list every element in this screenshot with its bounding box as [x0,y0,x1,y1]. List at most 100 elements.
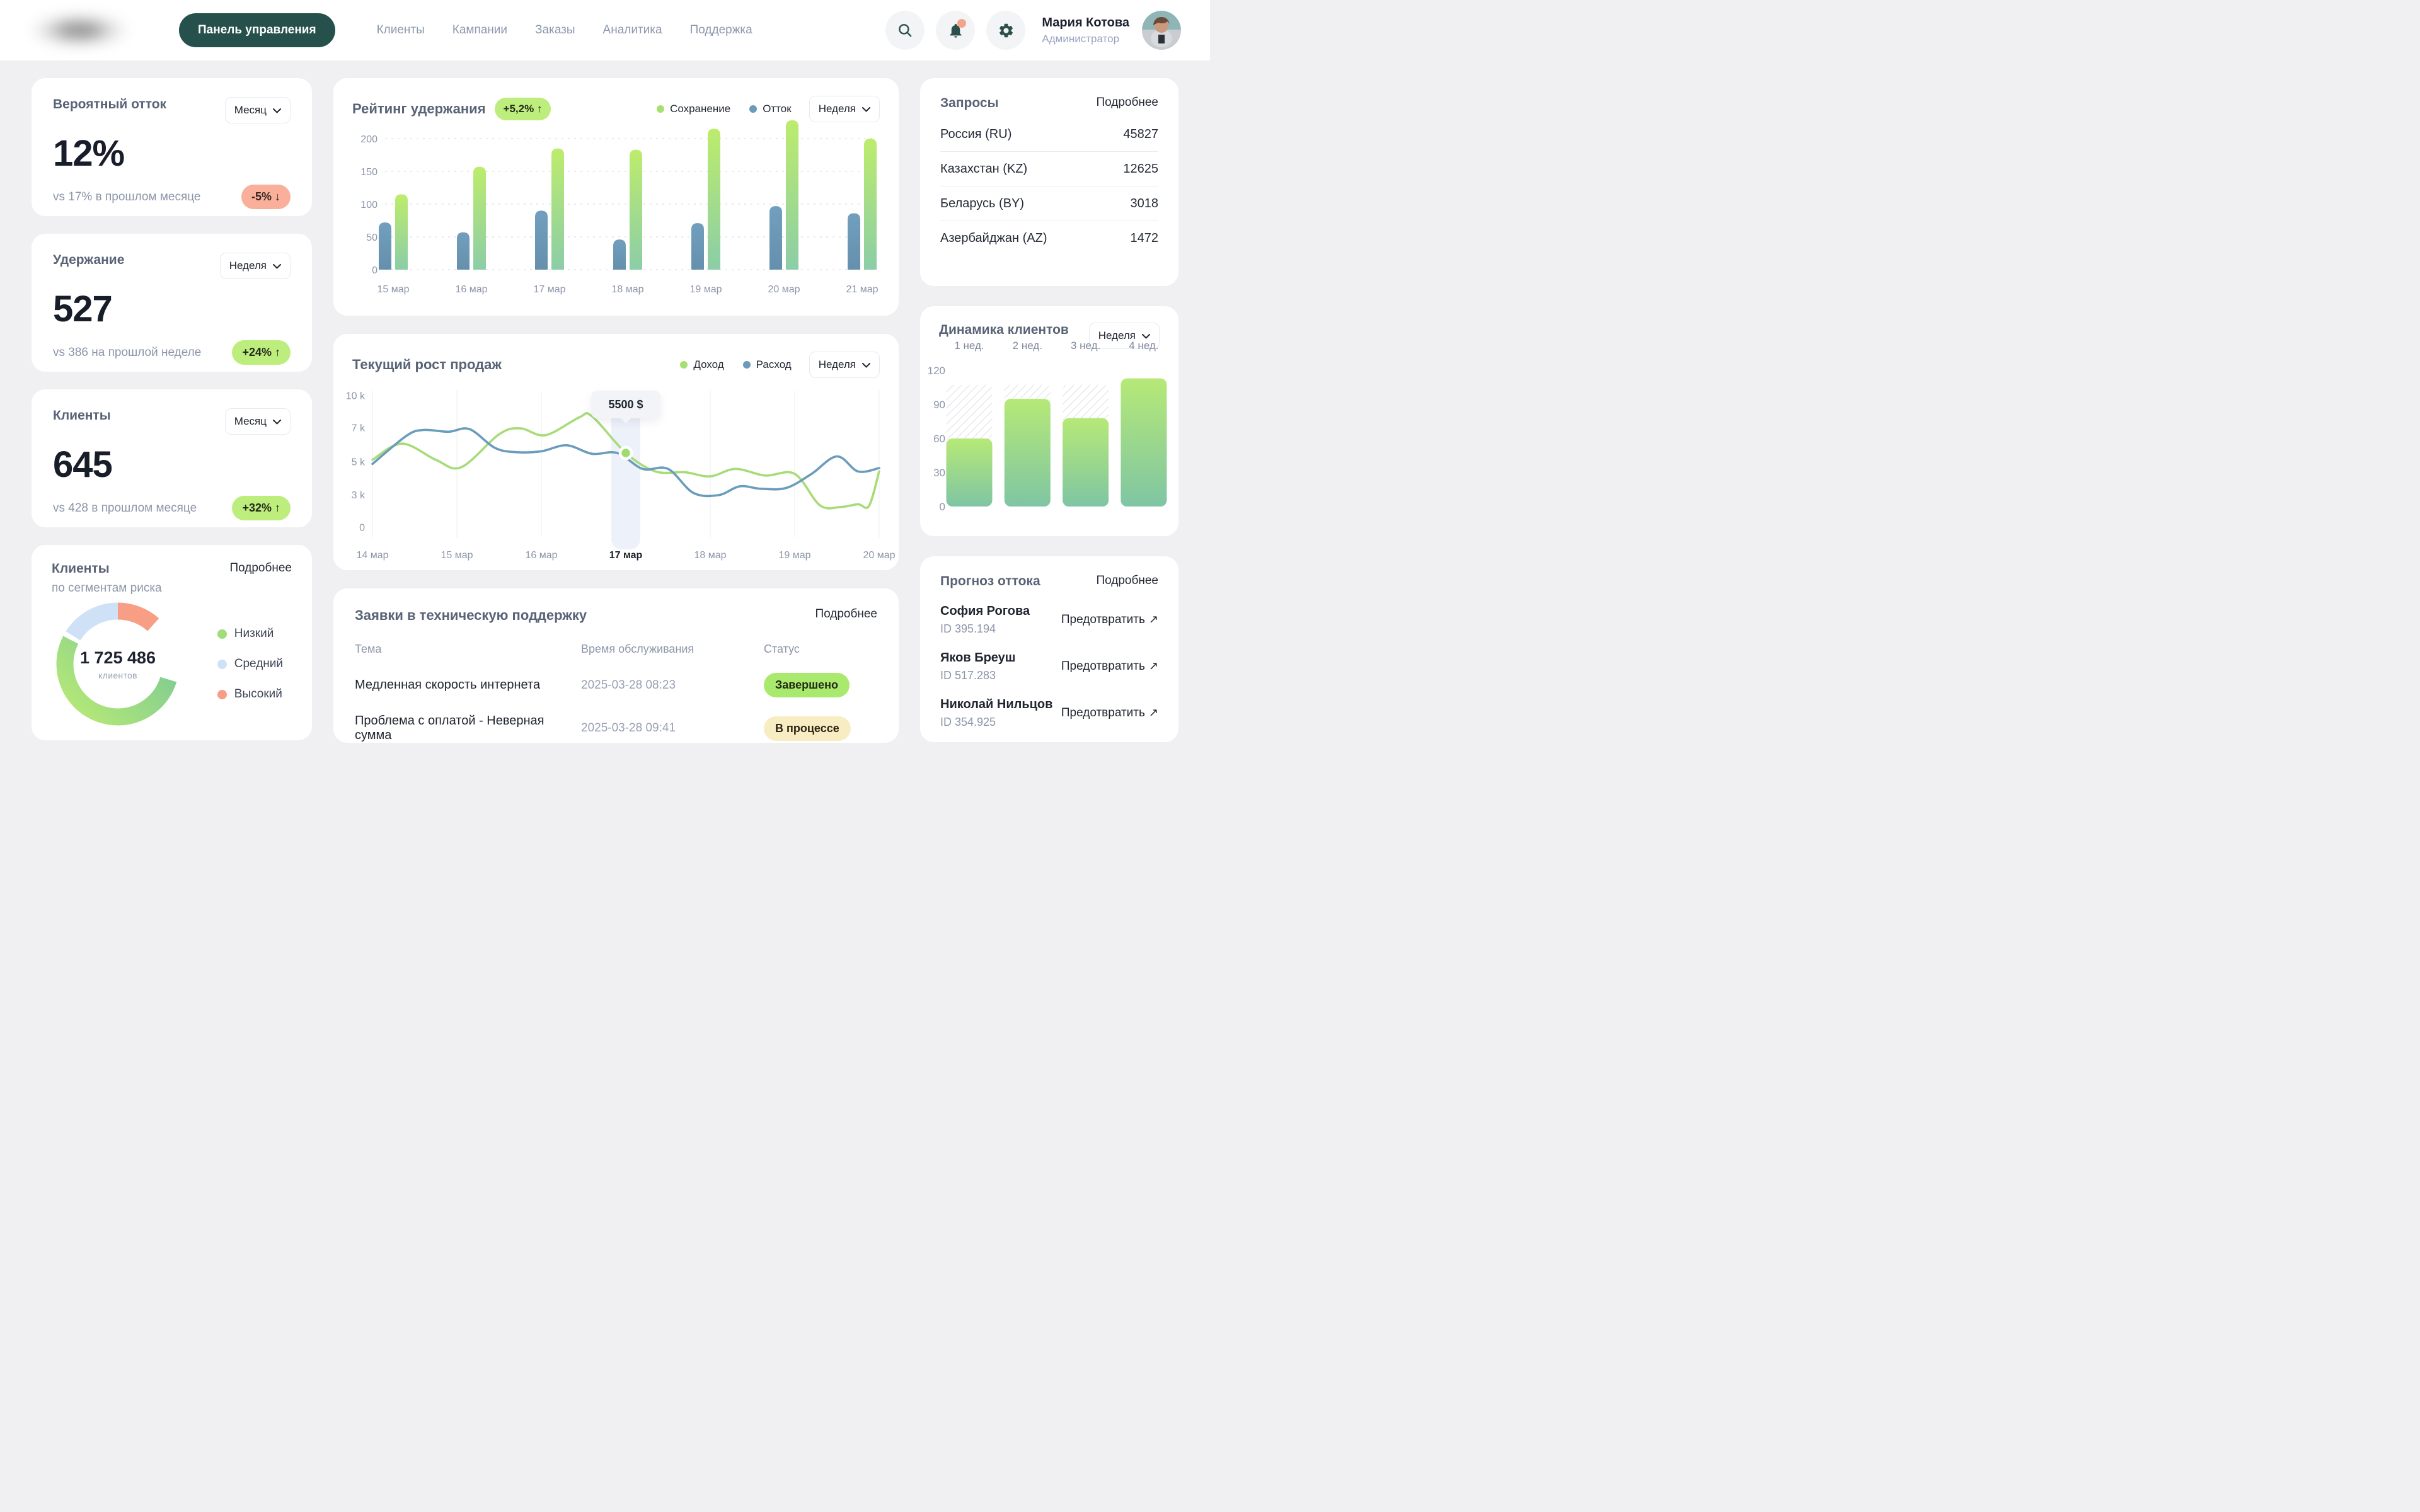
donut-total-label: клиентов [98,670,137,680]
bar-save-3 [630,150,642,270]
client-name: Яков Бреуш [940,651,1015,665]
y-tick-label: 100 [360,200,377,210]
ticket-topic: Медленная скорость интернета [355,670,581,701]
country-label: Россия (RU) [940,127,1011,142]
dynamics-title: Динамика клиентов [939,323,1069,338]
segments-details-link[interactable]: Подробнее [229,561,292,575]
nav-support[interactable]: Поддержка [690,23,752,37]
y-tick-label: 7 k [352,423,366,434]
tab-dashboard[interactable]: Панель управления [179,13,335,47]
prevent-button[interactable]: Предотвратить↗ [1061,706,1158,720]
avatar[interactable] [1142,11,1181,50]
x-tick-label: 14 мар [356,550,388,561]
legend-label: Расход [756,358,792,371]
client-name: София Рогова [940,604,1030,619]
forecast-row: София РоговаID 395.194 Предотвратить↗ [940,604,1158,636]
prevent-button[interactable]: Предотвратить↗ [1061,660,1158,673]
requests-details-link[interactable]: Подробнее [1096,96,1158,110]
status-badge-progress: В процессе [764,716,851,741]
y-tick-label: 0 [940,501,945,513]
bar-churn-3 [613,239,626,270]
kpi-title: Вероятный отток [53,97,166,112]
x-tick-label: 15 мар [441,550,473,561]
nav-clients[interactable]: Клиенты [377,23,425,37]
col-header-time: Время обслуживания [581,639,764,665]
column-label: 4 нед. [1129,340,1158,352]
kpi-period-dropdown[interactable]: Месяц [225,408,291,435]
chart-tooltip: 5500 $ [591,391,660,418]
legend-dot [217,660,227,669]
x-tick-label: 17 мар [609,550,643,561]
col-header-status: Статус [764,639,877,665]
country-label: Казахстан (KZ) [940,162,1027,176]
legend-item-expense: Расход [743,358,792,371]
notifications-button[interactable] [936,11,975,50]
x-tick-label: 17 мар [533,284,565,295]
dropdown-value: Неделя [819,358,856,371]
search-button[interactable] [885,11,925,50]
notification-dot [957,19,966,28]
segments-subtitle: по сегментам риска [52,581,292,595]
highlight-point [620,447,631,459]
kpi-period-dropdown[interactable]: Неделя [220,253,291,279]
prevent-button[interactable]: Предотвратить↗ [1061,613,1158,627]
y-tick-label: 5 k [352,457,366,468]
y-tick-label: 60 [933,433,945,445]
bar-churn-6 [848,214,860,270]
ticket-time: 2025-03-28 09:41 [581,713,764,743]
bar-churn-1 [457,232,470,270]
requests-title: Запросы [940,96,999,111]
bar-save-6 [864,139,877,270]
y-tick-label: 0 [372,265,377,276]
sales-title: Текущий рост продаж [352,357,502,373]
sales-legend: Доход Расход [680,358,791,371]
kpi-compare: vs 386 на прошлой неделе [53,346,201,360]
country-value: 45827 [1123,127,1158,142]
ticket-time: 2025-03-28 08:23 [581,670,764,701]
legend-dot [743,361,751,369]
x-tick-label: 19 мар [689,284,722,295]
kpi-compare: vs 17% в прошлом месяце [53,190,201,204]
chevron-down-icon [862,358,870,371]
nav-orders[interactable]: Заказы [535,23,575,37]
bar-save-4 [708,129,720,270]
external-arrow-icon: ↗ [1149,706,1158,719]
kpi-card-retention: Удержание Неделя 527 vs 386 на прошлой н… [32,234,312,372]
dashboard-page: Панель управления Клиенты Кампании Заказ… [0,0,1210,756]
external-arrow-icon: ↗ [1149,613,1158,626]
donut-total: 1 725 486 [80,648,156,668]
forecast-row: Яков Бреуш ID 517.283 Предотвратить↗ [940,651,1158,682]
y-tick-label: 0 [359,523,365,534]
retention-chart-card: Рейтинг удержания +5,2% ↑ Сохранение Отт… [333,78,899,316]
x-tick-label: 21 мар [846,284,878,295]
y-tick-label: 30 [933,467,945,479]
gear-icon [998,22,1015,39]
column-label: 1 нед. [954,340,984,352]
kpi-card-clients: Клиенты Месяц 645 vs 428 в прошлом месяц… [32,389,312,527]
y-tick-label: 120 [928,365,945,377]
legend-label: Низкий [234,627,274,641]
kpi-value: 12% [53,132,291,175]
dyn-bar-0 [947,438,993,507]
bar-churn-0 [379,222,391,270]
settings-button[interactable] [986,11,1025,50]
search-icon [897,22,913,38]
forecast-title: Прогноз оттока [940,574,1040,589]
legend-label: Средний [234,657,283,671]
kpi-period-dropdown[interactable]: Месяц [225,97,291,123]
nav-campaigns[interactable]: Кампании [452,23,507,37]
request-row-az: Азербайджан (AZ)1472 [940,221,1158,256]
x-tick-label: 20 мар [863,550,895,561]
kpi-value: 645 [53,444,291,486]
bar-churn-5 [769,206,782,270]
column-label: 2 нед. [1013,340,1042,352]
nav-analytics[interactable]: Аналитика [603,23,662,37]
support-details-link[interactable]: Подробнее [815,607,877,621]
sales-period-dropdown[interactable]: Неделя [809,352,880,378]
risk-donut-chart: 1 725 486 клиентов [53,599,183,729]
client-id: ID 517.283 [940,669,1015,682]
x-tick-label: 16 мар [455,284,487,295]
forecast-details-link[interactable]: Подробнее [1096,574,1158,588]
risk-legend: Низкий Средний Высокий [217,627,283,701]
legend-dot [657,105,664,113]
